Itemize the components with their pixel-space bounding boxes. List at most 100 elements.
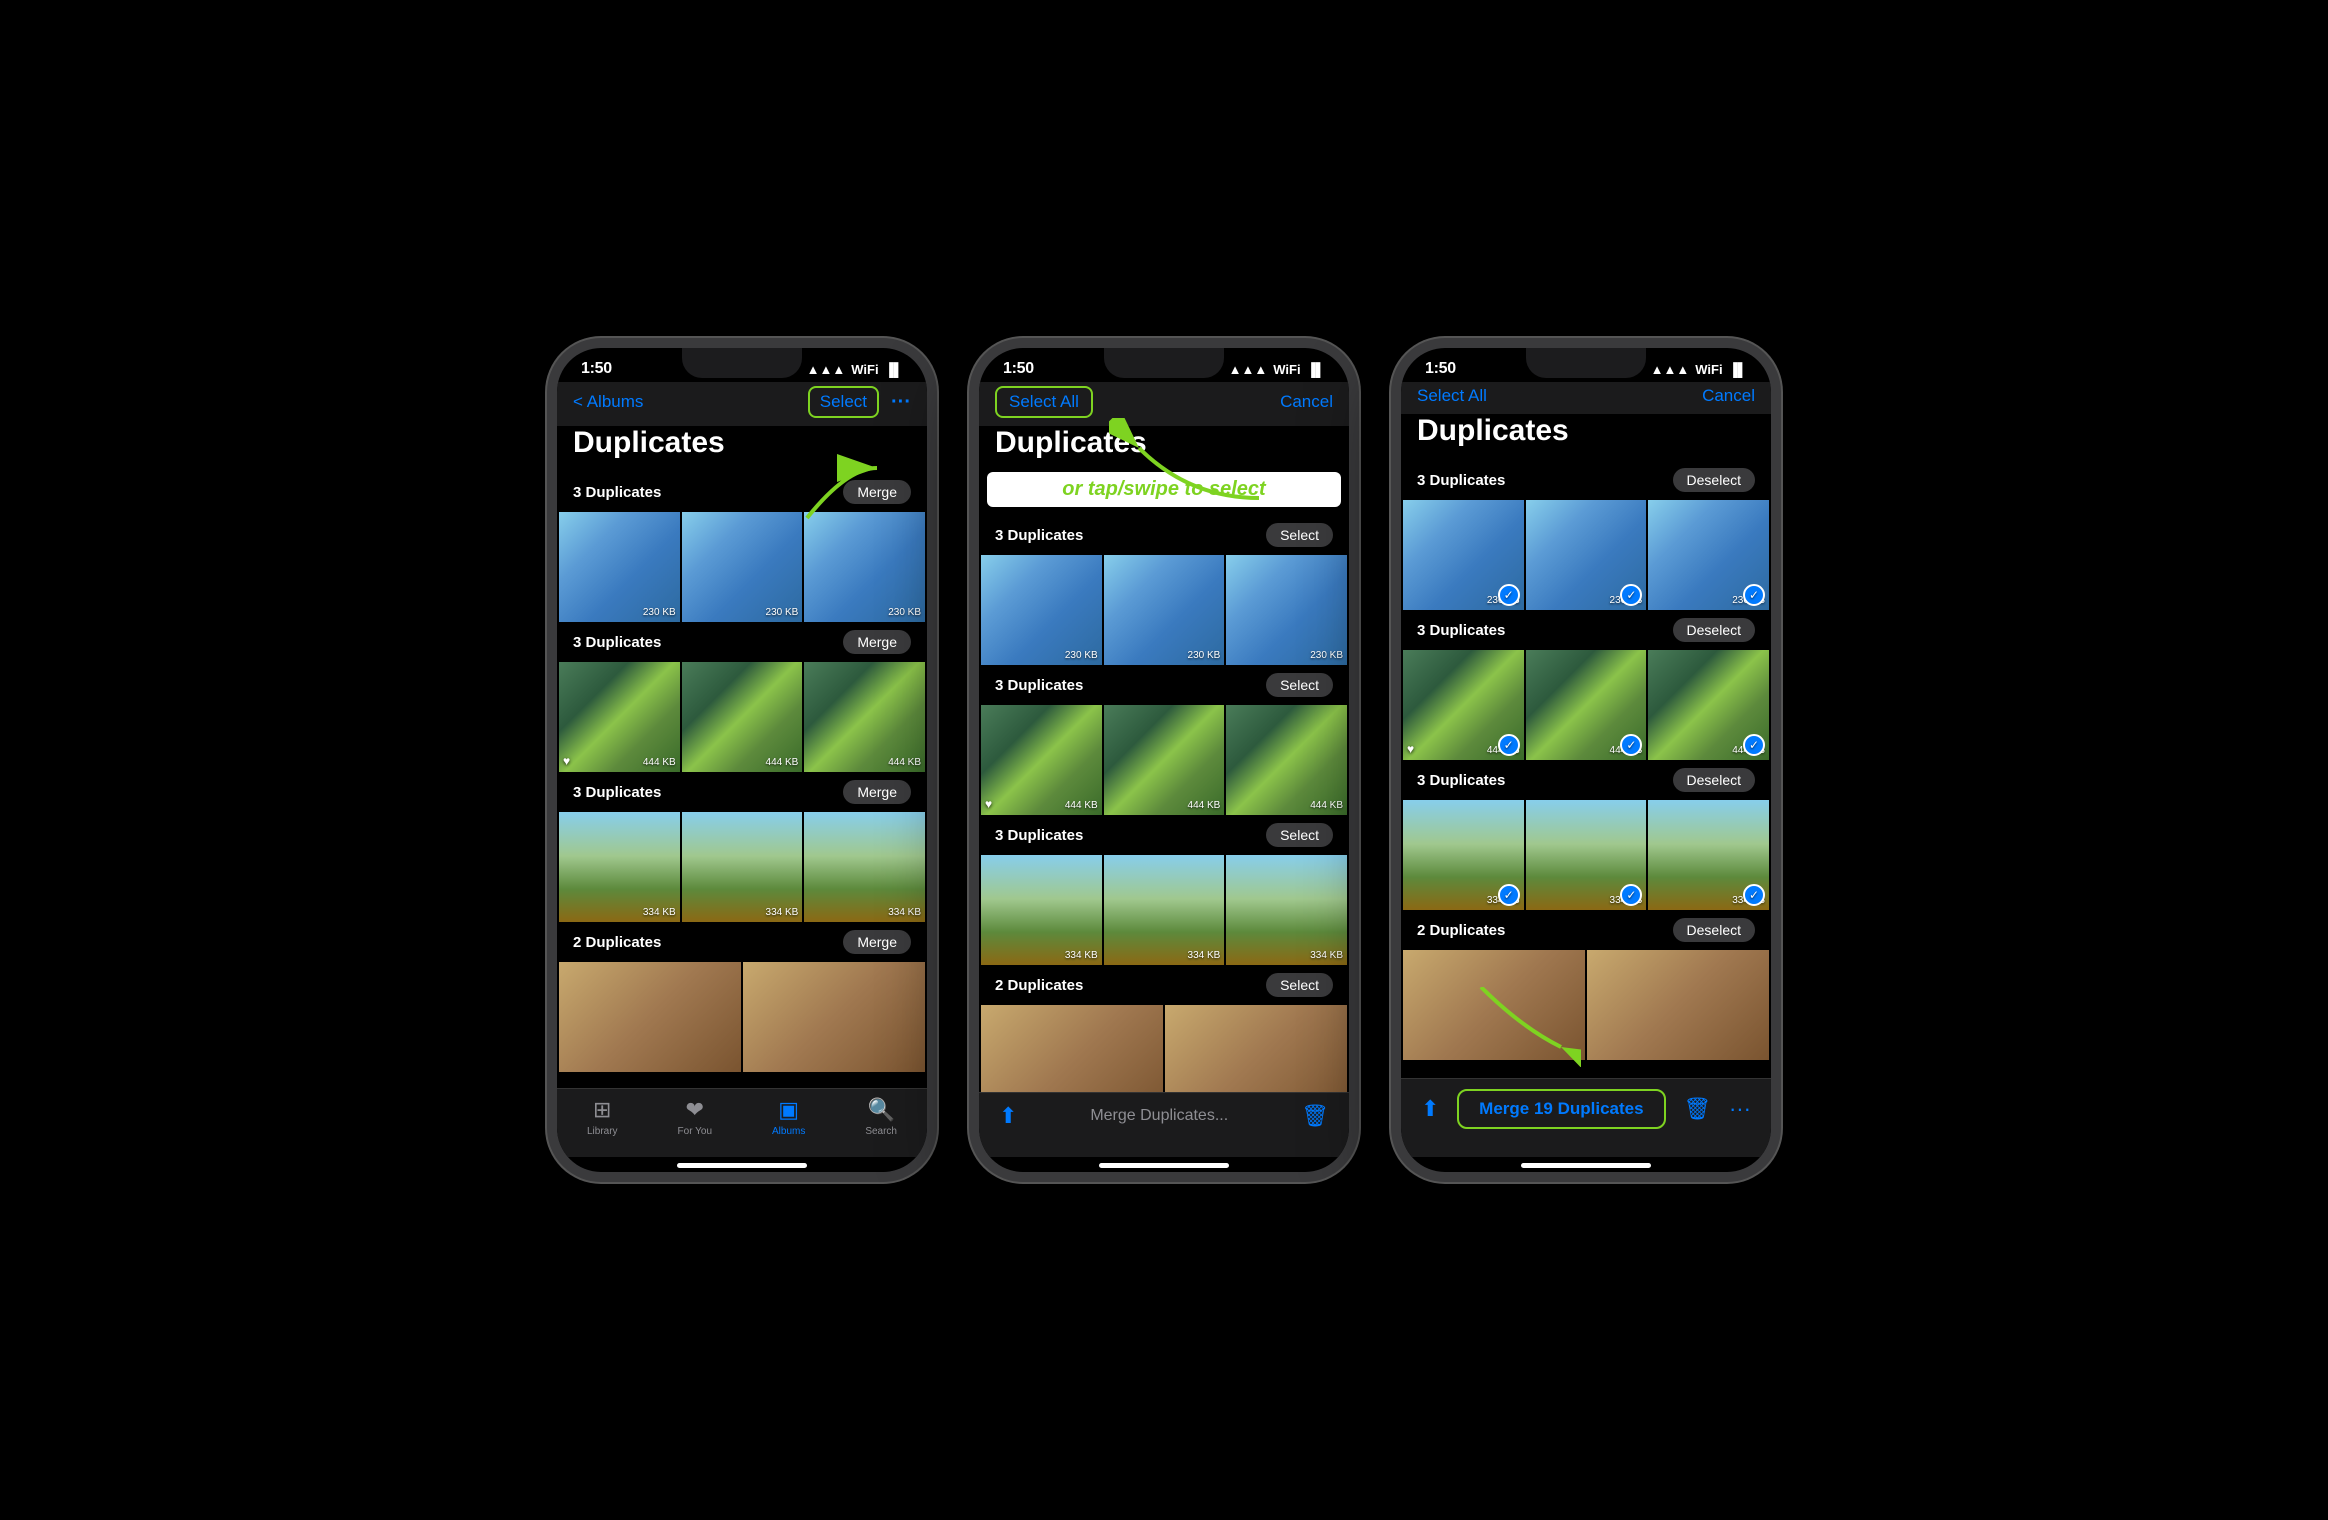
merge-btn-1-3[interactable]: Merge	[843, 780, 911, 804]
tap-swipe-label: or tap/swipe to select	[987, 472, 1341, 507]
photo-cell-3-4-1[interactable]	[1403, 950, 1585, 1060]
photo-cell-2-3-3[interactable]: 334 KB	[1226, 855, 1347, 965]
photo-cell-2-2-3[interactable]: 444 KB	[1226, 705, 1347, 815]
select-all-button-2[interactable]: Select All	[995, 386, 1093, 418]
photo-cell-1-3-1[interactable]: 334 KB	[559, 812, 680, 922]
select-button-1[interactable]: Select	[808, 386, 879, 418]
photo-size-1-1-2: 230 KB	[766, 607, 799, 618]
tab-foryou-1[interactable]: ❤ For You	[678, 1097, 712, 1137]
check-badge-3-1-3: ✓	[1743, 584, 1765, 606]
photo-cell-3-1-3[interactable]: 230 KB ✓	[1648, 500, 1769, 610]
share-icon-2[interactable]: ⬆	[999, 1103, 1017, 1129]
dup-label-2-4: 2 Duplicates	[995, 977, 1083, 994]
wifi-icon-3: WiFi	[1695, 362, 1722, 377]
home-indicator-1	[677, 1163, 807, 1168]
photo-row-1-1: 230 KB 230 KB 230 KB	[557, 512, 927, 622]
photo-cell-3-1-2[interactable]: 230 KB ✓	[1526, 500, 1647, 610]
more-button-1[interactable]: ···	[891, 391, 911, 414]
photo-cell-2-1-2[interactable]: 230 KB	[1104, 555, 1225, 665]
screenshot-container: 1:50 ▲▲▲ WiFi ▐▌ < Albums Select ···	[507, 298, 1821, 1222]
tab-library-1[interactable]: ⊞ Library	[587, 1097, 618, 1137]
content-1: 3 Duplicates Merge 230 KB 230 KB 230	[557, 472, 927, 1088]
notch-2	[1104, 348, 1224, 378]
dup-group-3-3: 3 Duplicates Deselect 334 KB ✓	[1401, 760, 1771, 910]
photo-cell-3-2-2[interactable]: 444 KB ✓	[1526, 650, 1647, 760]
merge-btn-1-2[interactable]: Merge	[843, 630, 911, 654]
dup-group-2-3: 3 Duplicates Select 334 KB 334 KB 334	[979, 815, 1349, 965]
photo-cell-1-2-2[interactable]: 444 KB	[682, 662, 803, 772]
merge-19-button[interactable]: Merge 19 Duplicates	[1457, 1089, 1665, 1129]
photo-cell-2-4-1[interactable]	[981, 1005, 1163, 1092]
delete-icon-3[interactable]: 🗑	[1683, 1096, 1711, 1122]
battery-icon-2: ▐▌	[1307, 362, 1325, 377]
photo-cell-1-4-1[interactable]	[559, 962, 741, 1072]
photo-cell-1-3-2[interactable]: 334 KB	[682, 812, 803, 922]
photo-size-1-3-2: 334 KB	[766, 907, 799, 918]
photo-cell-1-2-3[interactable]: 444 KB	[804, 662, 925, 772]
photo-cell-1-4-2[interactable]	[743, 962, 925, 1072]
photo-cell-1-1-3[interactable]: 230 KB	[804, 512, 925, 622]
merge-btn-1-1[interactable]: Merge	[843, 480, 911, 504]
photo-row-2-2: ♥ 444 KB 444 KB 444 KB	[979, 705, 1349, 815]
photo-cell-2-1-1[interactable]: 230 KB	[981, 555, 1102, 665]
photo-cell-3-2-3[interactable]: 444 KB ✓	[1648, 650, 1769, 760]
nav-bar-1: < Albums Select ···	[557, 382, 927, 426]
photo-cell-3-4-2[interactable]	[1587, 950, 1769, 1060]
photo-cell-3-1-1[interactable]: 230 KB ✓	[1403, 500, 1524, 610]
select-btn-2-1[interactable]: Select	[1266, 523, 1333, 547]
photo-row-3-2: ♥ 444 KB ✓ 444 KB ✓	[1401, 650, 1771, 760]
library-icon-1: ⊞	[593, 1097, 611, 1123]
tab-bar-1: ⊞ Library ❤ For You ▣ Albums 🔍 Search	[557, 1088, 927, 1157]
photo-cell-2-3-2[interactable]: 334 KB	[1104, 855, 1225, 965]
deselect-btn-3-2[interactable]: Deselect	[1673, 618, 1755, 642]
deselect-btn-3-4[interactable]: Deselect	[1673, 918, 1755, 942]
photo-size-1-1-3: 230 KB	[888, 607, 921, 618]
phone-2: 1:50 ▲▲▲ WiFi ▐▌ Select All Cancel Dupli…	[969, 338, 1359, 1182]
tab-albums-label-1: Albums	[772, 1126, 805, 1137]
photo-cell-2-2-1[interactable]: ♥ 444 KB	[981, 705, 1102, 815]
photo-cell-3-3-1[interactable]: 334 KB ✓	[1403, 800, 1524, 910]
merge-btn-1-4[interactable]: Merge	[843, 930, 911, 954]
photo-cell-3-3-2[interactable]: 334 KB ✓	[1526, 800, 1647, 910]
home-indicator-2	[1099, 1163, 1229, 1168]
merge-duplicates-label-2[interactable]: Merge Duplicates...	[1090, 1107, 1228, 1125]
status-time-1: 1:50	[581, 360, 612, 378]
share-icon-3[interactable]: ⬆	[1421, 1096, 1439, 1122]
delete-icon-2[interactable]: 🗑	[1301, 1103, 1329, 1129]
photo-cell-2-4-2[interactable]	[1165, 1005, 1347, 1092]
back-button-1[interactable]: < Albums	[573, 392, 643, 412]
photo-cell-3-3-3[interactable]: 334 KB ✓	[1648, 800, 1769, 910]
page-title-2: Duplicates	[979, 426, 1349, 472]
select-btn-2-4[interactable]: Select	[1266, 973, 1333, 997]
tab-albums-1[interactable]: ▣ Albums	[772, 1097, 805, 1137]
photo-row-3-3: 334 KB ✓ 334 KB ✓	[1401, 800, 1771, 910]
action-bar-2: ⬆ Merge Duplicates... 🗑	[979, 1092, 1349, 1157]
deselect-btn-3-1[interactable]: Deselect	[1673, 468, 1755, 492]
battery-icon-1: ▐▌	[885, 362, 903, 377]
photo-cell-2-2-2[interactable]: 444 KB	[1104, 705, 1225, 815]
tab-search-1[interactable]: 🔍 Search	[865, 1097, 897, 1137]
search-icon-1: 🔍	[867, 1097, 894, 1123]
photo-cell-1-3-3[interactable]: 334 KB	[804, 812, 925, 922]
cancel-button-3[interactable]: Cancel	[1702, 386, 1755, 406]
cancel-button-2[interactable]: Cancel	[1280, 392, 1333, 412]
photo-cell-1-2-1[interactable]: ♥ 444 KB	[559, 662, 680, 772]
select-btn-2-3[interactable]: Select	[1266, 823, 1333, 847]
battery-icon-3: ▐▌	[1729, 362, 1747, 377]
content-2: 3 Duplicates Select 230 KB 230 KB 230	[979, 515, 1349, 1092]
photo-cell-1-1-2[interactable]: 230 KB	[682, 512, 803, 622]
deselect-btn-3-3[interactable]: Deselect	[1673, 768, 1755, 792]
photo-size-1-2-3: 444 KB	[888, 757, 921, 768]
status-icons-1: ▲▲▲ WiFi ▐▌	[807, 362, 903, 377]
photo-cell-3-2-1[interactable]: ♥ 444 KB ✓	[1403, 650, 1524, 760]
dup-group-2-1: 3 Duplicates Select 230 KB 230 KB 230	[979, 515, 1349, 665]
signal-icon-3: ▲▲▲	[1651, 362, 1690, 377]
photo-cell-2-1-3[interactable]: 230 KB	[1226, 555, 1347, 665]
select-btn-2-2[interactable]: Select	[1266, 673, 1333, 697]
select-all-button-3[interactable]: Select All	[1417, 386, 1487, 406]
more-icon-3[interactable]: ···	[1729, 1096, 1751, 1122]
photo-cell-1-1-1[interactable]: 230 KB	[559, 512, 680, 622]
photo-cell-2-3-1[interactable]: 334 KB	[981, 855, 1102, 965]
dup-label-3-3: 3 Duplicates	[1417, 772, 1505, 789]
phone-3: 1:50 ▲▲▲ WiFi ▐▌ Select All Cancel Dupli…	[1391, 338, 1781, 1182]
